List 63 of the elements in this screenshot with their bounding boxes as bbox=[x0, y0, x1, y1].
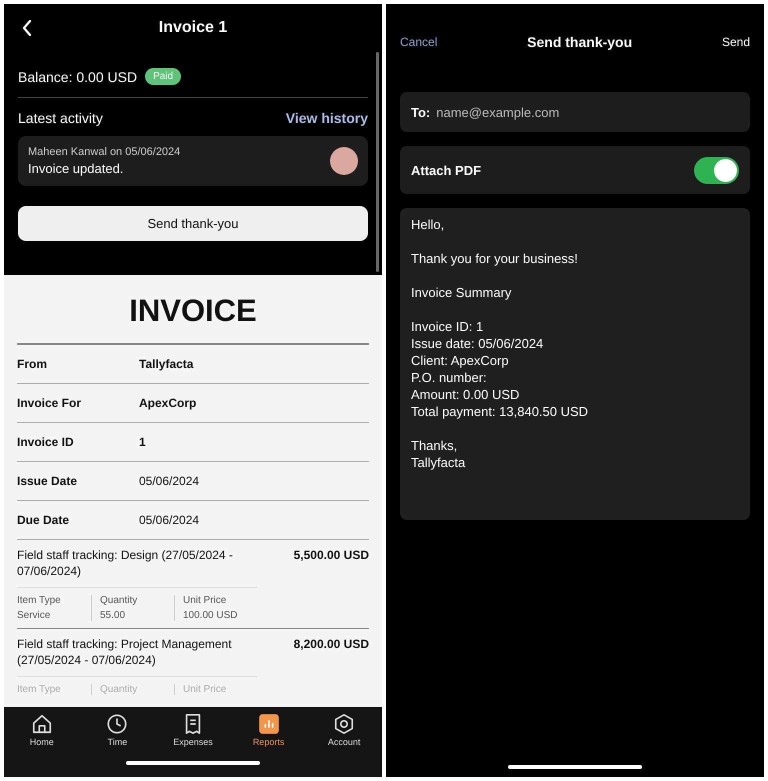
tab[interactable]: Time bbox=[87, 713, 148, 747]
clock-icon bbox=[106, 713, 128, 735]
back-icon[interactable] bbox=[22, 20, 32, 36]
message-body-field[interactable]: Hello, Thank you for your business! Invoice Summary Invoice ID: 1 Issue date: 05/06/2024 Client: ApexCorp P.O. number: Amount: 0.00 USD Total payment: 13,840.50 USD Thanks, Tallyfacta bbox=[400, 208, 750, 520]
tab[interactable]: Home bbox=[12, 713, 72, 747]
hexagon-icon bbox=[333, 713, 356, 735]
send-button[interactable]: Send bbox=[722, 35, 750, 49]
avatar bbox=[330, 147, 358, 175]
home-icon bbox=[30, 713, 53, 735]
recipient-label: To: bbox=[411, 104, 430, 120]
screen-title: Invoice 1 bbox=[158, 19, 228, 37]
message-line: Thank you for your business! bbox=[411, 250, 579, 267]
cancel-button[interactable]: Cancel bbox=[400, 35, 438, 49]
line-item-description: Field staff tracking: Project Management (27/05/2024 - 07/06/2024) bbox=[17, 637, 233, 668]
recipient-input[interactable]: name@example.com bbox=[436, 104, 739, 120]
line-item-amount: 8,200.00 USD bbox=[294, 637, 369, 654]
message-line: Invoice ID: 1 bbox=[411, 318, 484, 335]
status-badge: Paid bbox=[145, 68, 182, 85]
recipient-field[interactable]: To: name@example.com bbox=[400, 92, 750, 132]
activity-message: Invoice updated. bbox=[28, 161, 124, 176]
field-value: 05/06/2024 bbox=[139, 513, 200, 527]
detail-label: Quantity bbox=[100, 684, 138, 696]
field-label: From bbox=[17, 357, 48, 371]
field-value: Tallyfacta bbox=[139, 357, 194, 371]
line-item-amount: 5,500.00 USD bbox=[294, 548, 369, 564]
message-line: Client: ApexCorp bbox=[411, 352, 510, 369]
invoice-heading: INVOICE bbox=[128, 292, 258, 330]
field-value: 05/06/2024 bbox=[139, 474, 200, 488]
view-history-link[interactable]: View history bbox=[286, 110, 368, 126]
line-item-description: Field staff tracking: Design (27/05/2024 - 07/06/2024) bbox=[17, 548, 234, 580]
detail-value: 100.00 USD bbox=[183, 610, 238, 622]
activity-meta: Maheen Kanwal on 05/06/2024 bbox=[28, 146, 180, 158]
field-value: 1 bbox=[139, 435, 146, 449]
attach-pdf-label: Attach PDF bbox=[411, 162, 482, 178]
detail-value: 55.00 bbox=[100, 610, 126, 622]
message-line: Issue date: 05/06/2024 bbox=[411, 335, 544, 352]
message-line: Hello, bbox=[411, 216, 446, 233]
balance-text: Balance: 0.00 USD bbox=[18, 68, 138, 84]
toggle-switch[interactable] bbox=[694, 156, 739, 184]
field-label: Due Date bbox=[17, 513, 70, 527]
tab[interactable]: Reports bbox=[238, 713, 299, 747]
field-label: Invoice ID bbox=[17, 435, 75, 449]
message-line: Thanks, bbox=[411, 437, 458, 454]
field-label: Invoice For bbox=[17, 396, 82, 410]
message-line: Amount: 0.00 USD bbox=[411, 386, 520, 403]
detail-label: Unit Price bbox=[183, 595, 228, 606]
bar-chart-icon bbox=[258, 713, 280, 735]
detail-label: Item Type bbox=[17, 595, 62, 606]
message-line: Total payment: 13,840.50 USD bbox=[411, 403, 590, 420]
detail-label: Unit Price bbox=[183, 684, 228, 696]
message-line: Tallyfacta bbox=[411, 454, 466, 471]
detail-label: Quantity bbox=[100, 595, 138, 606]
detail-label: Item Type bbox=[17, 684, 62, 696]
detail-value: Service bbox=[17, 610, 52, 622]
tab[interactable]: Expenses bbox=[162, 713, 223, 747]
send-thank-you-button[interactable]: Send thank-you bbox=[18, 206, 368, 241]
screen-title: Send thank-you bbox=[527, 34, 632, 50]
tab[interactable]: Account bbox=[314, 713, 374, 747]
message-line: P.O. number: bbox=[411, 369, 488, 386]
section-heading: Latest activity bbox=[18, 110, 103, 126]
field-label: Issue Date bbox=[17, 474, 78, 488]
field-value: ApexCorp bbox=[139, 396, 196, 410]
message-line: Invoice Summary bbox=[411, 284, 512, 301]
